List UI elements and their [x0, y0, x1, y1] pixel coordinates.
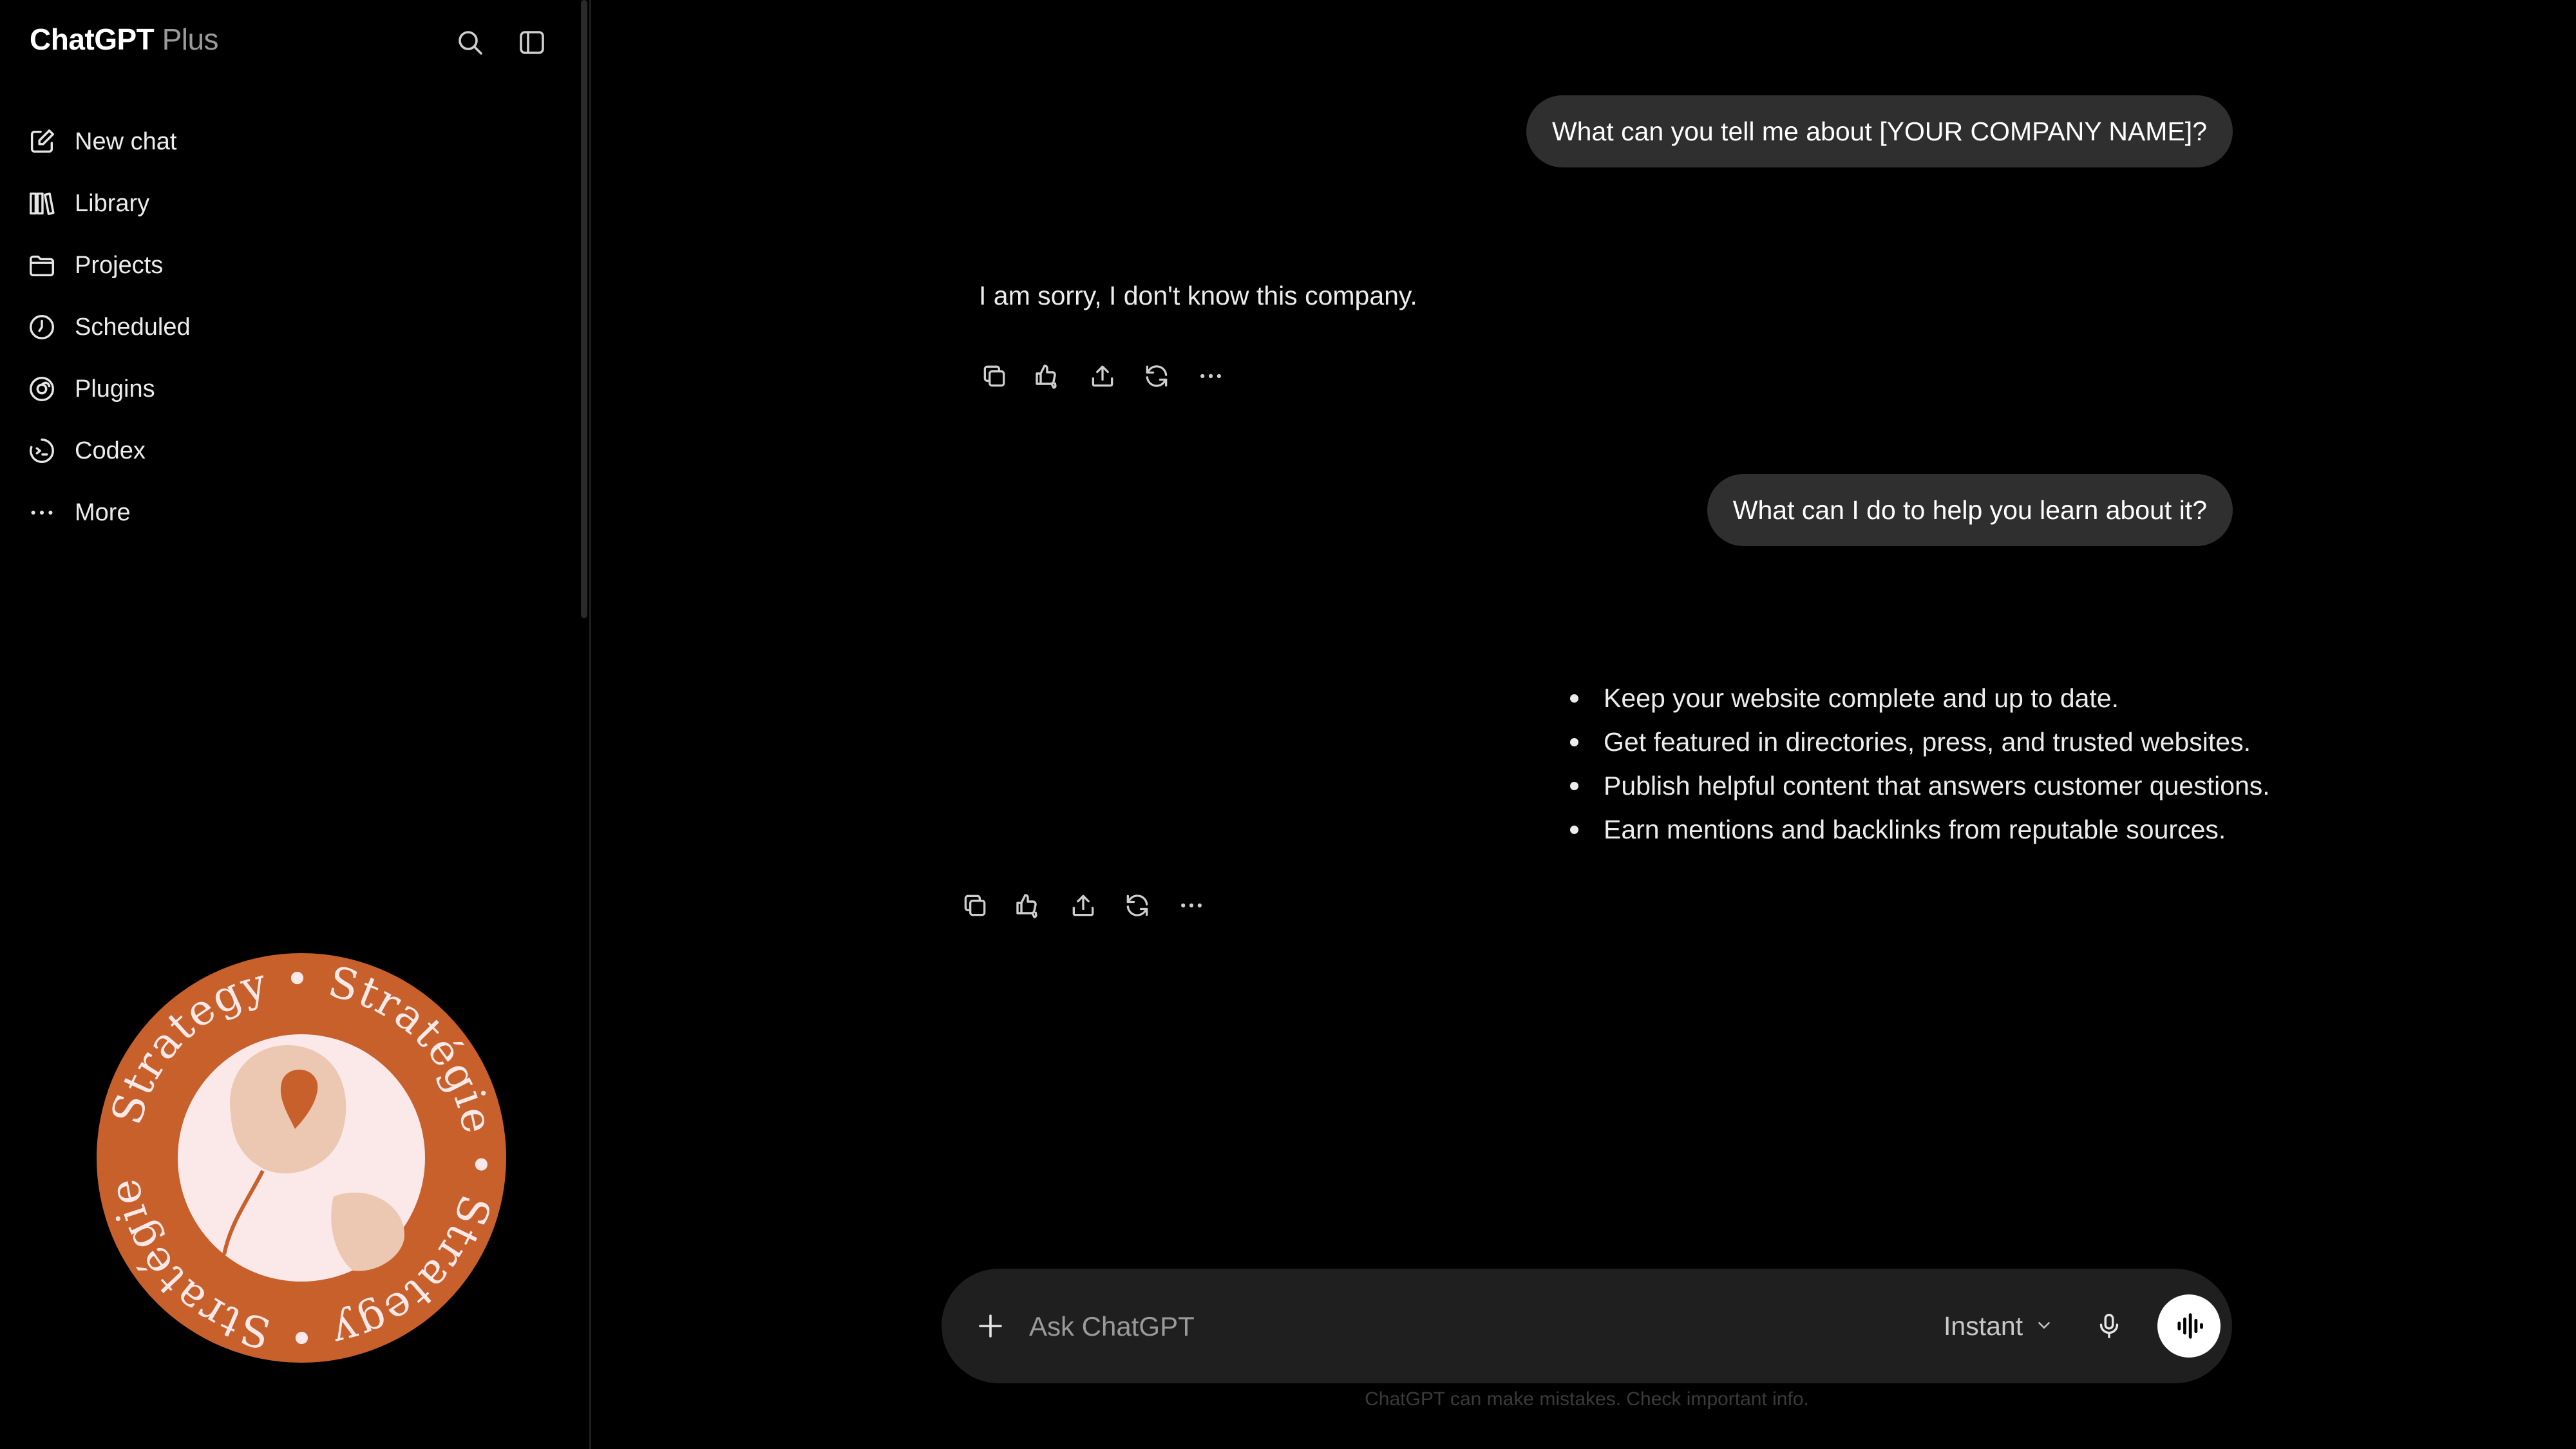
model-selector-label: Instant — [1944, 1311, 2023, 1341]
user-message-text: What can I do to help you learn about it… — [1732, 495, 2207, 525]
more-horizontal-icon[interactable] — [1194, 359, 1227, 393]
voice-mode-icon[interactable] — [2157, 1294, 2221, 1358]
sidebar-item-plugins[interactable]: Plugins — [26, 358, 567, 420]
plan-label: Plus — [162, 23, 219, 56]
more-horizontal-icon[interactable] — [1175, 889, 1208, 922]
regenerate-icon[interactable] — [1121, 889, 1154, 922]
sidebar-item-codex[interactable]: Codex — [26, 420, 567, 482]
folder-icon — [26, 249, 58, 281]
sidebar-item-label: Plugins — [75, 375, 155, 402]
chevron-down-icon — [2034, 1311, 2054, 1341]
app-title[interactable]: ChatGPT Plus — [30, 22, 219, 57]
sidebar-item-label: More — [75, 498, 131, 526]
sidebar-item-label: Scheduled — [75, 313, 191, 341]
thumbs-icon[interactable] — [1012, 889, 1046, 922]
codex-icon — [26, 435, 58, 467]
disclaimer: ChatGPT can make mistakes. Check importa… — [1365, 1388, 1809, 1410]
sidebar-nav: New chat Library Projects Scheduled Plug… — [26, 111, 567, 544]
sidebar: ChatGPT Plus New chat Library Projects S… — [0, 0, 591, 1449]
share-icon[interactable] — [1086, 359, 1119, 393]
assistant-message-list: Keep your website complete and up to dat… — [1569, 676, 2270, 851]
sidebar-scrollbar[interactable] — [581, 0, 587, 618]
prompt-input[interactable] — [1028, 1301, 1842, 1352]
plus-icon[interactable] — [969, 1304, 1012, 1348]
sidebar-item-label: Library — [75, 189, 150, 217]
list-item: Get featured in directories, press, and … — [1569, 720, 2270, 764]
user-message-text: What can you tell me about [YOUR COMPANY… — [1551, 116, 2207, 146]
share-icon[interactable] — [1066, 889, 1100, 922]
list-item: Publish helpful content that answers cus… — [1569, 764, 2270, 808]
copy-icon[interactable] — [958, 889, 992, 922]
user-message: What can I do to help you learn about it… — [1707, 474, 2233, 546]
library-icon — [26, 187, 58, 220]
assistant-message: I am sorry, I don't know this company. — [979, 281, 1417, 311]
strategy-badge-logo: Strategy • Stratégie • Strategy • Straté… — [95, 952, 506, 1363]
sidebar-item-scheduled[interactable]: Scheduled — [26, 296, 567, 358]
sidebar-item-label: Projects — [75, 251, 164, 279]
copy-icon[interactable] — [978, 359, 1011, 393]
composer: Instant — [942, 1269, 2232, 1383]
sidebar-item-label: Codex — [75, 437, 146, 464]
message-actions — [978, 359, 1227, 393]
search-icon[interactable] — [453, 26, 487, 59]
user-message: What can you tell me about [YOUR COMPANY… — [1526, 95, 2233, 167]
sidebar-item-library[interactable]: Library — [26, 173, 567, 234]
app-name: ChatGPT — [30, 23, 155, 56]
model-selector[interactable]: Instant — [1944, 1303, 2054, 1349]
more-horizontal-icon — [26, 497, 58, 529]
thumbs-icon[interactable] — [1032, 359, 1065, 393]
assistant-message-text: I am sorry, I don't know this company. — [979, 281, 1417, 310]
sidebar-item-projects[interactable]: Projects — [26, 234, 567, 296]
regenerate-icon[interactable] — [1140, 359, 1173, 393]
mic-icon[interactable] — [2088, 1305, 2130, 1347]
clock-icon — [26, 311, 58, 343]
list-item: Earn mentions and backlinks from reputab… — [1569, 808, 2270, 851]
compose-icon — [26, 126, 58, 158]
sidebar-item-more[interactable]: More — [26, 482, 567, 544]
list-item: Keep your website complete and up to dat… — [1569, 676, 2270, 720]
sidebar-item-label: New chat — [75, 128, 177, 155]
plugins-icon — [26, 373, 58, 405]
message-actions — [958, 889, 1208, 922]
sidebar-item-new-chat[interactable]: New chat — [26, 111, 567, 173]
sidebar-toggle-icon[interactable] — [515, 26, 549, 59]
chat-main: What can you tell me about [YOUR COMPANY… — [592, 0, 2576, 1449]
